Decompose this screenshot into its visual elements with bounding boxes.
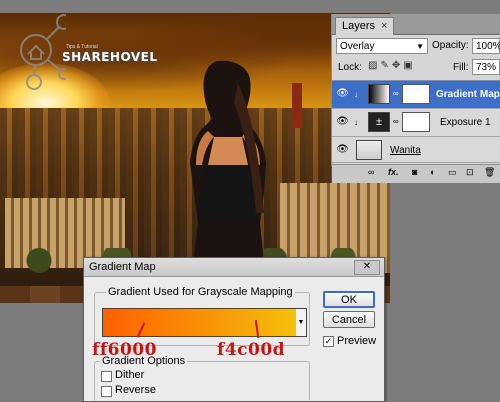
layer-row-exposure[interactable]: 👁 ↓ ± ∞ Exposure 1: [332, 109, 500, 137]
link-layers-icon[interactable]: ∞: [368, 167, 374, 177]
clip-arrow-icon: ↓: [354, 90, 358, 99]
opacity-label: Opacity:: [432, 40, 469, 51]
close-icon[interactable]: ×: [381, 20, 387, 32]
new-adjustment-icon[interactable]: ◐: [430, 167, 435, 177]
gradient-group-label: Gradient Used for Grayscale Mapping: [106, 286, 295, 298]
chevron-down-icon: ▼: [416, 42, 424, 51]
chain-link-icon[interactable]: ∞: [393, 117, 399, 126]
reverse-label[interactable]: Reverse: [115, 384, 156, 396]
eye-icon[interactable]: 👁: [336, 116, 349, 128]
preview-checkbox[interactable]: ✓: [323, 336, 334, 347]
lock-position-icon[interactable]: ✥: [392, 60, 403, 71]
layer-name[interactable]: Gradient Map: [436, 89, 500, 100]
lock-label: Lock:: [338, 62, 362, 73]
fill-field[interactable]: 73%: [472, 59, 500, 75]
layer-mask-thumbnail[interactable]: [402, 84, 430, 104]
new-group-icon[interactable]: ▭: [448, 167, 457, 178]
ok-button[interactable]: OK: [323, 291, 375, 308]
dither-checkbox[interactable]: [101, 371, 112, 382]
lock-pixels-icon[interactable]: ✎: [380, 60, 391, 71]
layers-footer: ∞ fx. ◙ ◐ ▭ ⊡ 🗑: [332, 164, 500, 183]
dialog-title: Gradient Map: [89, 261, 156, 273]
trash-icon[interactable]: 🗑: [484, 167, 495, 178]
image-thumbnail: [356, 140, 382, 160]
chain-link-icon[interactable]: ∞: [393, 89, 399, 98]
tab-layers-label: Layers: [342, 20, 376, 32]
eye-icon[interactable]: 👁: [336, 88, 349, 100]
watermark-brand: SHAREHOVEL: [62, 50, 158, 64]
adjustment-thumbnail: [368, 84, 390, 104]
tab-layers[interactable]: Layers ×: [335, 17, 395, 35]
annotation-right-hex: f4c00d: [217, 340, 286, 360]
watermark-logo: Tips & Tutorial SHAREHOVEL: [6, 12, 157, 92]
opacity-field[interactable]: 100%: [472, 38, 500, 54]
layer-mask-thumbnail[interactable]: [402, 112, 430, 132]
fx-button[interactable]: fx.: [388, 167, 399, 177]
gradient-dropdown-icon[interactable]: ▼: [296, 308, 307, 337]
reverse-checkbox[interactable]: [101, 386, 112, 397]
new-layer-icon[interactable]: ⊡: [466, 167, 474, 178]
dialog-titlebar[interactable]: Gradient Map ✕: [84, 258, 384, 277]
exposure-adjust-icon: ±: [368, 112, 390, 132]
blend-mode-value: Overlay: [340, 41, 375, 52]
eye-icon[interactable]: 👁: [336, 144, 349, 156]
add-mask-icon[interactable]: ◙: [412, 167, 417, 177]
fill-label: Fill:: [453, 62, 469, 73]
gradient-map-dialog: Gradient Map ✕ Gradient Used for Graysca…: [83, 257, 385, 402]
layers-list: 👁 ↓ ∞ Gradient Map 👁 ↓ ± ∞ Exposure 1 👁 …: [332, 80, 500, 167]
layer-name[interactable]: Wanita: [390, 145, 421, 156]
layer-row-wanita[interactable]: 👁 Wanita: [332, 137, 500, 163]
layer-name[interactable]: Exposure 1: [440, 117, 491, 128]
lock-icons[interactable]: ▨✎✥▣: [368, 60, 416, 71]
gradient-preview-bar[interactable]: [102, 308, 298, 337]
cancel-button[interactable]: Cancel: [323, 311, 375, 328]
preview-label[interactable]: Preview: [337, 335, 376, 347]
lock-transparent-icon[interactable]: ▨: [368, 60, 380, 71]
clip-arrow-icon: ↓: [354, 118, 358, 127]
blend-mode-select[interactable]: Overlay ▼: [336, 38, 428, 54]
options-group-label: Gradient Options: [100, 355, 188, 367]
close-button[interactable]: ✕: [354, 260, 380, 275]
lock-all-icon[interactable]: ▣: [403, 60, 415, 71]
layers-panel: Layers × Overlay ▼ Opacity: 100% Lock: ▨✎…: [331, 14, 500, 183]
layers-tabbar: Layers ×: [332, 14, 500, 35]
tower-building: [292, 83, 302, 128]
network-house-icon: [20, 14, 72, 90]
layer-row-gradient-map[interactable]: 👁 ↓ ∞ Gradient Map: [332, 81, 500, 109]
dither-label[interactable]: Dither: [115, 369, 144, 381]
